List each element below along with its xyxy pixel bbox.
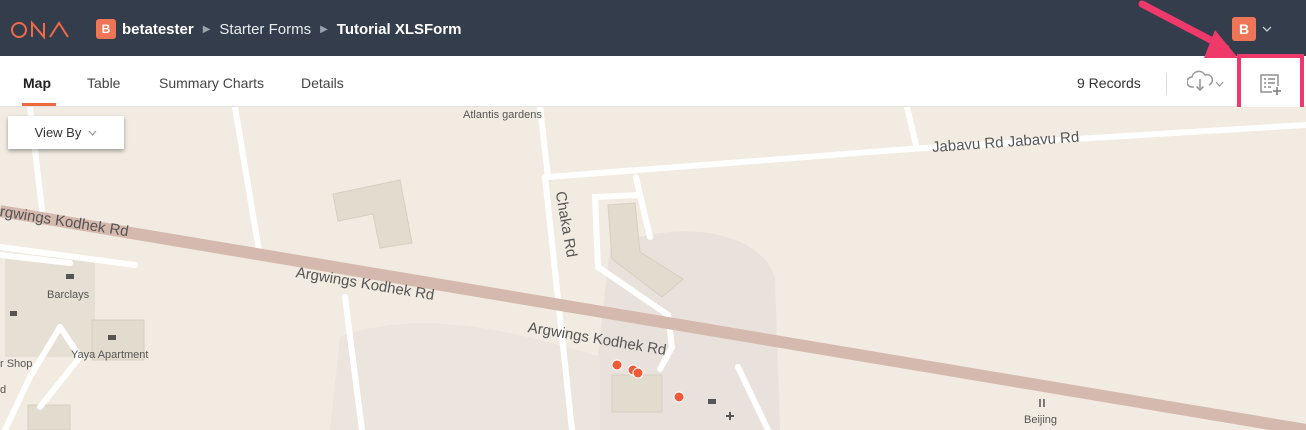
breadcrumb: B betatester ▶ Starter Forms ▶ Tutorial … xyxy=(96,19,462,39)
place-label: Beijing xyxy=(1024,414,1058,426)
arrow-annotation-icon xyxy=(1138,0,1238,58)
breadcrumb-form: Tutorial XLSForm xyxy=(336,20,462,38)
tab-summary-charts[interactable]: Summary Charts xyxy=(159,75,264,91)
cloud-download-icon[interactable] xyxy=(1186,69,1215,98)
breadcrumb-separator-icon: ▶ xyxy=(202,23,211,35)
chevron-down-icon[interactable] xyxy=(1262,24,1272,35)
top-navigation-bar: B betatester ▶ Starter Forms ▶ Tutorial … xyxy=(0,0,1306,56)
breadcrumb-account[interactable]: betatester xyxy=(122,21,194,38)
form-tabs-bar: Map Table Summary Charts Details 9 Recor… xyxy=(0,56,1306,107)
place-label: Atlantis gardens xyxy=(463,109,542,121)
chevron-down-icon[interactable] xyxy=(1215,74,1224,92)
chevron-down-icon[interactable] xyxy=(88,128,97,138)
divider xyxy=(1166,73,1167,95)
tab-table[interactable]: Table xyxy=(87,75,120,91)
place-label: Yaya Apartment xyxy=(71,349,149,361)
map-view[interactable]: View By Atlantis gardens Barclays Yaya A… xyxy=(0,107,1306,430)
breadcrumb-separator-icon: ▶ xyxy=(320,23,328,35)
add-record-icon[interactable] xyxy=(1259,73,1283,102)
view-by-label[interactable]: View By xyxy=(35,125,82,140)
place-label: r Shop xyxy=(0,358,33,370)
records-count: 9 Records xyxy=(1077,75,1141,91)
breadcrumb-project[interactable]: Starter Forms xyxy=(219,21,311,38)
ona-logo[interactable] xyxy=(10,19,72,41)
account-avatar: B xyxy=(96,19,116,39)
place-label: d xyxy=(0,384,7,396)
view-by-dropdown[interactable]: View By xyxy=(8,116,124,149)
tab-details[interactable]: Details xyxy=(301,75,344,91)
map-canvas xyxy=(0,107,1306,430)
active-tab-indicator xyxy=(22,103,56,106)
tab-map[interactable]: Map xyxy=(23,75,51,91)
download-button[interactable] xyxy=(1186,69,1229,98)
place-label: Barclays xyxy=(47,289,90,301)
